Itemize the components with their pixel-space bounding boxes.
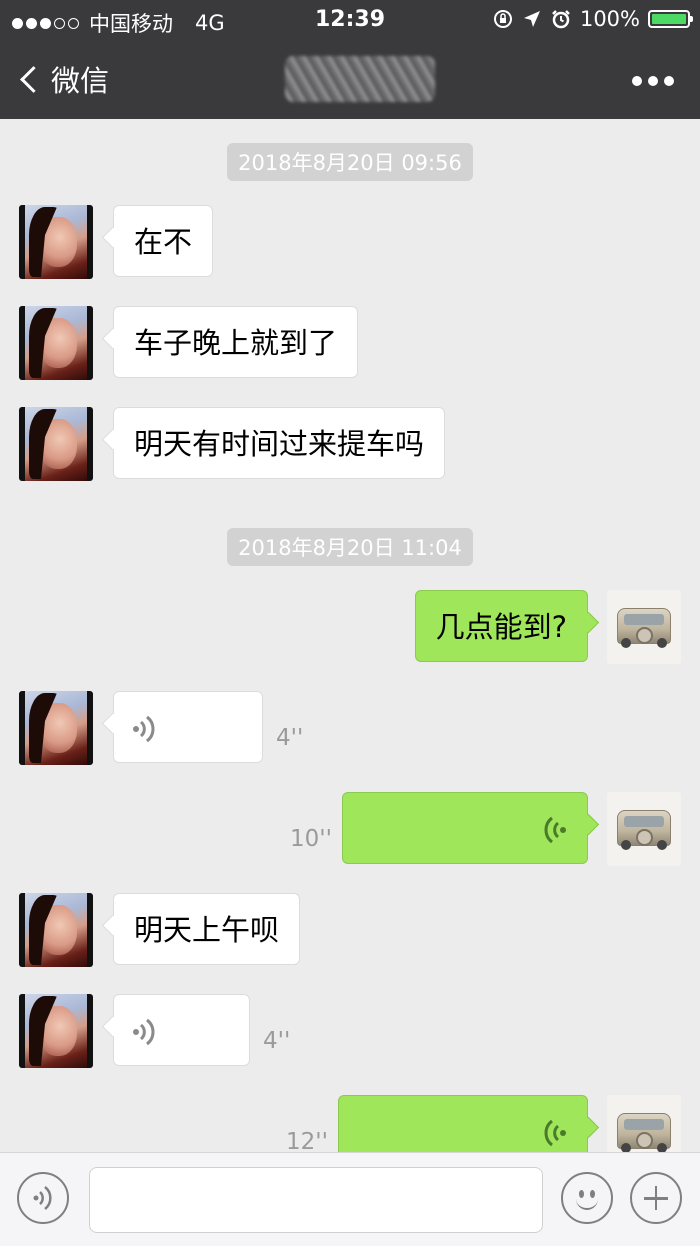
my-avatar[interactable]	[607, 792, 681, 866]
message-text: 车子晚上就到了	[134, 326, 338, 360]
contact-avatar[interactable]	[19, 893, 93, 967]
message-row: 明天上午呗	[0, 893, 700, 969]
message-row: 12''	[0, 1095, 700, 1152]
voice-wave-icon	[133, 1018, 155, 1046]
more-dot-icon	[664, 76, 674, 86]
rotation-lock-icon	[493, 10, 512, 28]
more-actions-button[interactable]	[630, 1172, 682, 1224]
voice-icon	[33, 1186, 52, 1210]
timestamp-label: 2018年8月20日 09:56	[227, 143, 473, 181]
incoming-text-bubble[interactable]: 明天上午呗	[113, 893, 301, 965]
top-bar: 中国移动 4G 12:39 100% 微信	[0, 0, 700, 119]
incoming-voice-bubble[interactable]	[113, 994, 250, 1066]
contact-avatar[interactable]	[19, 994, 93, 1068]
outgoing-text-bubble[interactable]: 几点能到?	[414, 590, 588, 662]
emoji-button[interactable]	[561, 1172, 613, 1224]
voice-duration: 4''	[263, 1028, 291, 1054]
incoming-text-bubble[interactable]: 在不	[113, 205, 214, 277]
timestamp: 2018年8月20日 09:56	[0, 143, 700, 181]
timestamp-label: 2018年8月20日 11:04	[227, 528, 473, 566]
chat-title-blurred	[285, 56, 435, 102]
message-text: 明天上午呗	[134, 913, 280, 947]
message-text: 几点能到?	[435, 610, 567, 644]
battery-icon	[648, 10, 693, 28]
battery-percent: 100%	[579, 7, 640, 31]
voice-wave-icon	[544, 1119, 566, 1147]
voice-wave-icon	[544, 816, 566, 844]
outgoing-voice-bubble[interactable]	[338, 1095, 588, 1152]
back-label: 微信	[51, 64, 110, 98]
status-bar: 中国移动 4G 12:39 100%	[0, 0, 700, 40]
more-dot-icon	[648, 76, 658, 86]
alarm-icon	[552, 10, 570, 29]
message-input[interactable]	[89, 1167, 543, 1233]
message-row: 4''	[0, 994, 700, 1070]
contact-avatar[interactable]	[19, 407, 93, 481]
location-arrow-icon	[523, 11, 540, 27]
message-text: 在不	[134, 225, 193, 259]
navigation-bar: 微信	[0, 40, 700, 119]
message-text: 明天有时间过来提车吗	[134, 427, 425, 461]
my-avatar[interactable]	[607, 1095, 681, 1152]
timestamp: 2018年8月20日 11:04	[0, 528, 700, 566]
voice-duration: 12''	[286, 1129, 328, 1152]
voice-toggle-button[interactable]	[17, 1172, 69, 1224]
message-row: 几点能到?	[0, 590, 700, 666]
message-row: 车子晚上就到了	[0, 306, 700, 382]
incoming-text-bubble[interactable]: 车子晚上就到了	[113, 306, 359, 378]
incoming-voice-bubble[interactable]	[113, 691, 263, 763]
contact-avatar[interactable]	[19, 205, 93, 279]
message-row: 4''	[0, 691, 700, 767]
input-bar	[0, 1152, 700, 1246]
incoming-text-bubble[interactable]: 明天有时间过来提车吗	[113, 407, 446, 479]
my-avatar[interactable]	[607, 590, 681, 664]
chevron-left-icon	[20, 65, 47, 93]
outgoing-voice-bubble[interactable]	[342, 792, 588, 864]
message-row: 10''	[0, 792, 700, 868]
chat-messages[interactable]: 2018年8月20日 09:56 在不 车子晚上就到了 明天有时间过来提车吗 2…	[0, 119, 700, 1152]
contact-avatar[interactable]	[19, 691, 93, 765]
contact-avatar[interactable]	[19, 306, 93, 380]
message-row: 在不	[0, 205, 700, 281]
more-options-button[interactable]	[632, 76, 674, 86]
message-row: 明天有时间过来提车吗	[0, 407, 700, 483]
voice-duration: 4''	[276, 725, 304, 751]
more-dot-icon	[632, 76, 642, 86]
voice-wave-icon	[133, 715, 155, 743]
voice-duration: 10''	[290, 826, 332, 852]
back-button[interactable]: 微信	[18, 58, 109, 100]
